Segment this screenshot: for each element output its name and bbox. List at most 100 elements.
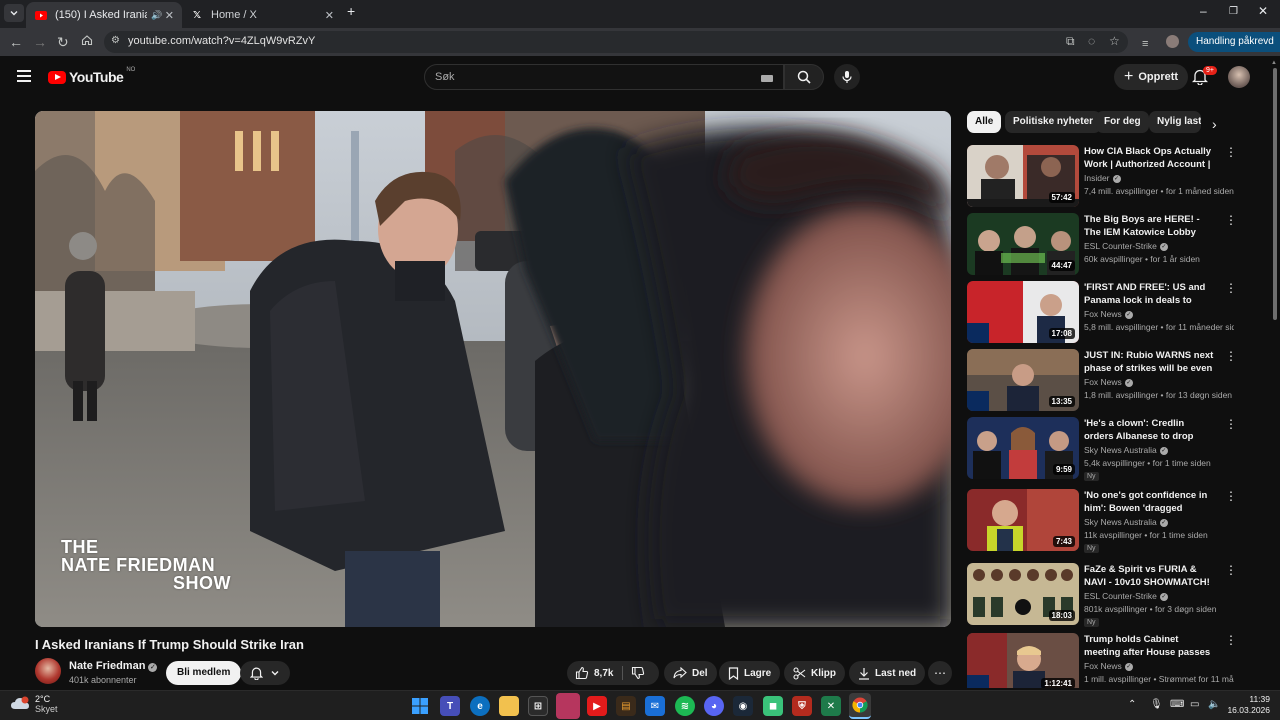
weather-widget[interactable]: 2°C Skyet: [10, 694, 58, 714]
profile-avatar[interactable]: [1166, 35, 1179, 48]
recommendation-item[interactable]: 57:42 How CIA Black Ops Actually Work | …: [967, 145, 1272, 209]
recommendation-title[interactable]: The Big Boys are HERE! - The IEM Katowic…: [1084, 213, 1214, 239]
chip-for-you[interactable]: For deg: [1096, 111, 1149, 133]
join-button[interactable]: Bli medlem: [166, 661, 242, 685]
video-thumbnail[interactable]: 18:03: [967, 563, 1079, 625]
more-actions-button[interactable]: ⋯: [928, 661, 952, 685]
youtube-logo[interactable]: YouTube NO: [48, 67, 135, 85]
restore-button[interactable]: ❐: [1229, 6, 1238, 17]
recommendation-item[interactable]: 18:03 FaZe & Spirit vs FURIA & NAVI - 10…: [967, 563, 1272, 627]
system-clock[interactable]: 11:39 16.03.2026: [1224, 694, 1270, 716]
store-icon[interactable]: ⊞: [528, 696, 548, 716]
recommendation-channel[interactable]: Insider ✓: [1084, 173, 1121, 183]
chip-recently-uploaded[interactable]: Nylig lastet: [1149, 111, 1201, 133]
video-thumbnail[interactable]: 1:12:41: [967, 633, 1079, 688]
video-thumbnail[interactable]: 57:42: [967, 145, 1079, 207]
more-options-icon[interactable]: ⋮: [1225, 418, 1237, 430]
recommendation-channel[interactable]: Fox News ✓: [1084, 309, 1133, 319]
tab-youtube[interactable]: (150) I Asked Iranians If Trump 🔊 ✕: [26, 2, 182, 28]
recommendation-title[interactable]: How CIA Black Ops Actually Work | Author…: [1084, 145, 1214, 171]
chip-all[interactable]: Alle: [967, 111, 1002, 133]
share-button[interactable]: Del: [664, 661, 717, 685]
chrome-icon[interactable]: [849, 693, 871, 719]
dislike-button[interactable]: [631, 666, 645, 685]
minimize-button[interactable]: –: [1200, 4, 1207, 18]
recommendation-channel[interactable]: Fox News ✓: [1084, 377, 1133, 387]
search-button[interactable]: [784, 64, 824, 90]
recommendation-item[interactable]: 1:12:41 Trump holds Cabinet meeting afte…: [967, 633, 1272, 688]
spotify-icon[interactable]: ≋: [675, 696, 695, 716]
recommendation-title[interactable]: FaZe & Spirit vs FURIA & NAVI - 10v10 SH…: [1084, 563, 1214, 589]
close-window-button[interactable]: ✕: [1258, 4, 1268, 18]
tab-x[interactable]: 𝕏 Home / X ✕: [182, 2, 342, 28]
more-options-icon[interactable]: ⋮: [1225, 282, 1237, 294]
scroll-up-icon[interactable]: ▲: [1271, 60, 1277, 66]
profile-action-button[interactable]: Handling påkrevd ⋮: [1188, 32, 1280, 52]
chip-political-news[interactable]: Politiske nyheter: [1005, 111, 1102, 133]
recommendation-channel[interactable]: Sky News Australia ✓: [1084, 517, 1168, 527]
back-button[interactable]: ←: [9, 34, 23, 50]
recommendation-item[interactable]: 44:47 The Big Boys are HERE! - The IEM K…: [967, 213, 1272, 277]
voice-search-button[interactable]: [834, 64, 860, 90]
subscription-bell-button[interactable]: [240, 661, 290, 685]
video-thumbnail[interactable]: 7:43: [967, 489, 1079, 551]
site-info-icon[interactable]: ⚙: [111, 35, 120, 46]
recommendation-title[interactable]: 'No one's got confidence in him': Bowen …: [1084, 489, 1214, 515]
show-hidden-icons[interactable]: ⌃: [1128, 699, 1136, 710]
recommendation-item[interactable]: 7:43 'No one's got confidence in him': B…: [967, 489, 1272, 553]
more-options-icon[interactable]: ⋮: [1225, 214, 1237, 226]
start-button[interactable]: [410, 696, 430, 716]
pinned-app-icon[interactable]: [556, 693, 580, 719]
new-tab-button[interactable]: +: [347, 3, 355, 19]
pinned-app-icon[interactable]: ✕: [821, 696, 841, 716]
recommendation-channel[interactable]: ESL Counter-Strike ✓: [1084, 241, 1168, 251]
account-avatar[interactable]: [1228, 66, 1250, 88]
close-tab-icon[interactable]: ✕: [325, 9, 334, 22]
recommendation-title[interactable]: 'FIRST AND FREE': US and Panama lock in …: [1084, 281, 1214, 307]
chips-next-button[interactable]: ›: [1212, 116, 1217, 132]
microphone-icon[interactable]: 🎙: [1150, 699, 1163, 710]
more-options-icon[interactable]: ⋮: [1225, 564, 1237, 576]
video-player[interactable]: THE NATE FRIEDMAN SHOW: [35, 111, 951, 627]
recommendation-channel[interactable]: Sky News Australia ✓: [1084, 445, 1168, 455]
pinned-app-icon[interactable]: ◼: [763, 696, 783, 716]
address-bar[interactable]: ⚙ youtube.com/watch?v=4ZLqW9vRZvY ⧉ ◌ ☆: [104, 31, 1128, 53]
youtube-app-icon[interactable]: ▶: [587, 696, 607, 716]
more-options-icon[interactable]: ⋮: [1225, 350, 1237, 362]
steam-icon[interactable]: ◉: [733, 696, 753, 716]
channel-name[interactable]: Nate Friedman ✓: [69, 660, 158, 672]
eye-off-icon[interactable]: ◌: [1088, 34, 1095, 48]
recommendation-channel[interactable]: ESL Counter-Strike ✓: [1084, 591, 1168, 601]
keyboard-icon[interactable]: ⌨: [1170, 699, 1184, 710]
monitor-icon[interactable]: ▭: [1190, 699, 1199, 710]
edge-icon[interactable]: e: [470, 696, 490, 716]
recommendation-item[interactable]: 9:59 'He's a clown': Credlin orders Alba…: [967, 417, 1272, 481]
more-options-icon[interactable]: ⋮: [1225, 634, 1237, 646]
download-button[interactable]: Last ned: [849, 661, 926, 685]
shield-icon[interactable]: ⛨: [792, 696, 812, 716]
video-thumbnail[interactable]: 9:59: [967, 417, 1079, 479]
recommendation-title[interactable]: 'He's a clown': Credlin orders Albanese …: [1084, 417, 1214, 443]
forward-button[interactable]: →: [33, 34, 47, 50]
home-button[interactable]: [81, 33, 93, 49]
keyboard-icon[interactable]: [761, 75, 773, 82]
clip-button[interactable]: Klipp: [784, 661, 845, 685]
like-button[interactable]: 8,7k: [575, 666, 613, 680]
video-thumbnail[interactable]: 44:47: [967, 213, 1079, 275]
search-input[interactable]: Søk: [424, 64, 784, 90]
menu-icon[interactable]: [17, 70, 31, 82]
channel-avatar[interactable]: [35, 658, 61, 684]
discord-icon[interactable]: ◕: [704, 696, 724, 716]
close-tab-icon[interactable]: ✕: [165, 9, 174, 22]
install-app-icon[interactable]: ⧉: [1066, 34, 1075, 49]
recommendation-channel[interactable]: Fox News ✓: [1084, 661, 1133, 671]
recommendation-item[interactable]: 17:08 'FIRST AND FREE': US and Panama lo…: [967, 281, 1272, 345]
more-options-icon[interactable]: ⋮: [1225, 490, 1237, 502]
recommendation-title[interactable]: JUST IN: Rubio WARNS next phase of strik…: [1084, 349, 1214, 375]
create-button[interactable]: + Opprett: [1114, 64, 1189, 90]
more-options-icon[interactable]: ⋮: [1225, 146, 1237, 158]
volume-icon[interactable]: 🔈: [1208, 699, 1220, 710]
page-scrollbar[interactable]: [1273, 68, 1277, 320]
reload-button[interactable]: ↻: [57, 34, 69, 50]
recommendation-item[interactable]: 13:35 JUST IN: Rubio WARNS next phase of…: [967, 349, 1272, 413]
